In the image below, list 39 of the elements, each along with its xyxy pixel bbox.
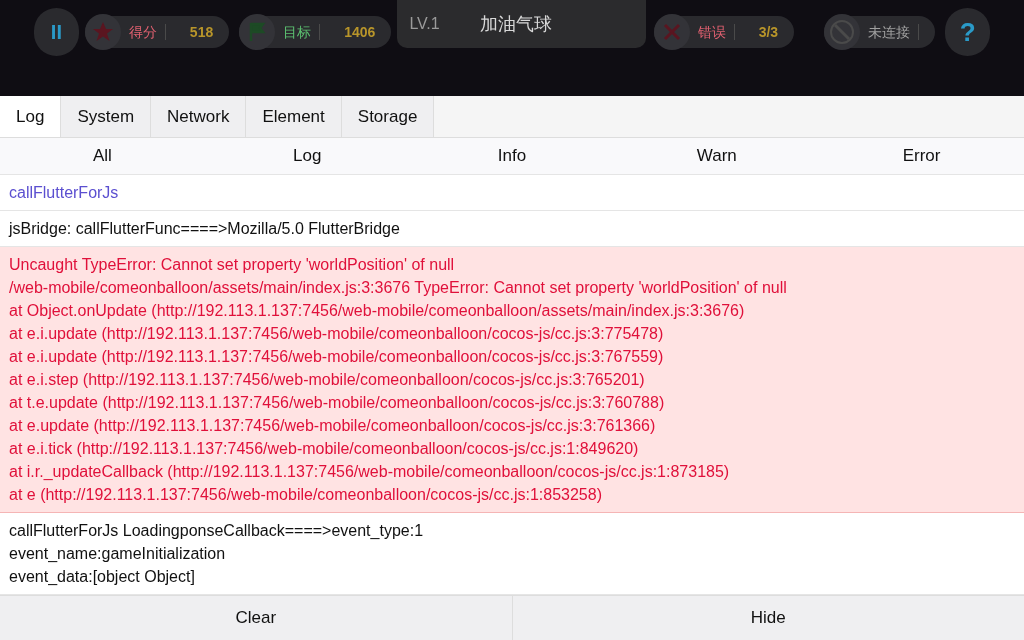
log-line: callFlutterForJs: [9, 183, 119, 203]
level-label: LV.1: [409, 14, 440, 34]
help-button[interactable]: ?: [945, 8, 990, 56]
log-line: /web-mobile/comeonballoon/assets/main/index.js:3:3676 TypeError: Cannot set property 'worldPosition' of null: [9, 278, 787, 298]
pause-button[interactable]: II: [34, 8, 79, 56]
log-line: at e.i.update (http://192.113.1.137:7456/web-mobile/comeonballoon/cocos-js/cc.js:3:775478): [9, 324, 664, 344]
log-line: at e.update (http://192.113.1.137:7456/web-mobile/comeonballoon/cocos-js/cc.js:3:761366): [9, 416, 656, 436]
hud-label: 未连接: [868, 22, 911, 42]
tab[interactable]: Storage: [341, 96, 435, 137]
log-line: at Object.onUpdate (http://192.113.1.137:7456/web-mobile/comeonballoon/assets/main/index.js:3:3676): [9, 301, 745, 321]
hud-label: 得分: [128, 22, 157, 42]
log-line: at e (http://192.113.1.137:7456/web-mobile/comeonballoon/cocos-js/cc.js:1:853258): [9, 485, 602, 505]
log-line: at e.i.update (http://192.113.1.137:7456/web-mobile/comeonballoon/cocos-js/cc.js:3:767559): [9, 347, 664, 367]
tab[interactable]: Network: [151, 96, 247, 137]
hud-label: 目标: [283, 22, 312, 42]
log-line: Uncaught TypeError: Cannot set property 'worldPosition' of null: [9, 255, 455, 275]
tab[interactable]: Log: [0, 96, 62, 137]
log-line: callFlutterForJs LoadingponseCallback====>event_type:1: [9, 521, 424, 541]
log-line: at t.e.update (http://192.113.1.137:7456/web-mobile/comeonballoon/cocos-js/cc.js:3:760788): [9, 393, 665, 413]
log-line: at e.i.tick (http://192.113.1.137:7456/web-mobile/comeonballoon/cocos-js/cc.js:1:849620): [9, 439, 639, 459]
footer-button[interactable]: Clear: [0, 596, 512, 640]
filter-tab[interactable]: Warn: [614, 138, 820, 174]
log-line: event_name:gameInitialization: [9, 544, 226, 564]
log-line: at i.r._updateCallback (http://192.113.1.137:7456/web-mobile/comeonballoon/cocos-js/cc.js:1:873185): [9, 462, 730, 482]
hud-label: 错误: [697, 22, 726, 42]
filter-tab[interactable]: All: [0, 138, 205, 174]
hud-value: 518: [189, 22, 214, 42]
footer-button[interactable]: Hide: [511, 596, 1024, 640]
game-title: 加油气球: [479, 12, 552, 36]
filter-tab[interactable]: Log: [204, 138, 410, 174]
hud-value: 3/3: [758, 22, 779, 42]
log-line: jsBridge: callFlutterFunc====>Mozilla/5.0 FlutterBridge: [9, 219, 400, 239]
tab[interactable]: Element: [246, 96, 342, 137]
filter-tab[interactable]: Error: [819, 138, 1024, 174]
hud-value: 1406: [344, 22, 376, 42]
tab[interactable]: System: [61, 96, 152, 137]
filter-tab[interactable]: Info: [409, 138, 615, 174]
log-line: event_data:[object Object]: [9, 567, 195, 587]
log-line: at e.i.step (http://192.113.1.137:7456/web-mobile/comeonballoon/cocos-js/cc.js:3:765201): [9, 370, 645, 390]
